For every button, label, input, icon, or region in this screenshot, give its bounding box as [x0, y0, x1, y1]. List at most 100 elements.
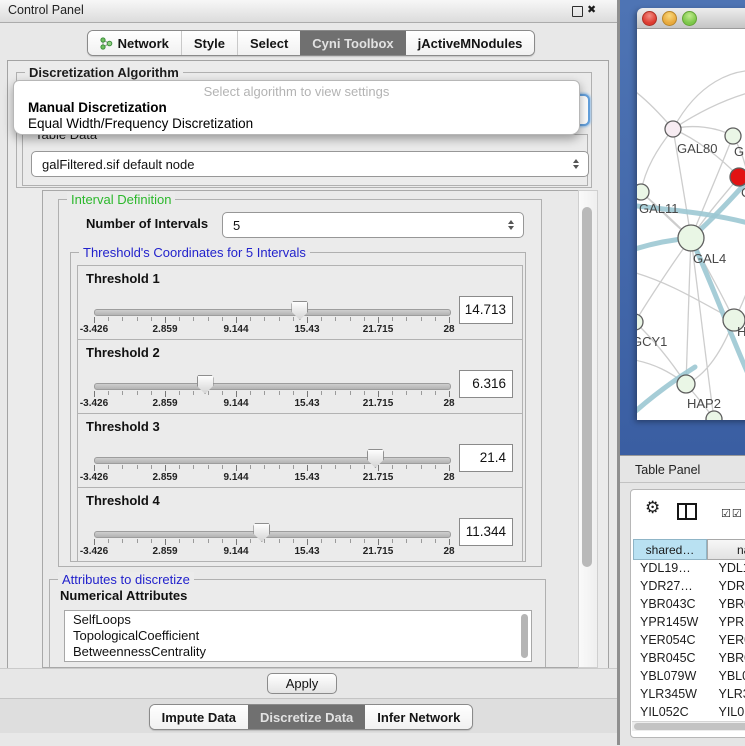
- cell-name[interactable]: YDL1: [709, 561, 745, 579]
- network-node-hap2[interactable]: [677, 375, 695, 393]
- minor-tick: [335, 465, 336, 469]
- minor-tick: [421, 391, 422, 395]
- cell-shared-name[interactable]: YPR145W: [633, 615, 709, 633]
- cell-name[interactable]: YPR1: [709, 615, 745, 633]
- table-row[interactable]: YBR043CYBR0: [633, 597, 745, 615]
- settings-vertical-scrollbar[interactable]: [578, 190, 598, 668]
- network-node-gal80[interactable]: [665, 121, 681, 137]
- tab-impute-data[interactable]: Impute Data: [150, 705, 248, 729]
- dropdown-option-equal-width-frequency[interactable]: Equal Width/Frequency Discretization: [28, 116, 253, 131]
- threshold-slider-track[interactable]: [94, 383, 451, 390]
- network-window-titlebar[interactable]: [637, 8, 745, 29]
- column-checkboxes-icon[interactable]: ☑☑: [721, 507, 743, 520]
- minor-tick: [293, 317, 294, 321]
- cell-shared-name[interactable]: YER054C: [633, 633, 709, 651]
- minor-tick: [335, 391, 336, 395]
- threshold-value-field[interactable]: 11.344: [459, 518, 513, 546]
- table-data-combobox[interactable]: galFiltered.sif default node: [31, 151, 589, 177]
- gear-icon[interactable]: ⚙: [645, 498, 660, 518]
- tab-cyni-toolbox[interactable]: Cyni Toolbox: [300, 31, 405, 55]
- cell-shared-name[interactable]: YIL052C: [633, 705, 709, 721]
- minimize-light-icon[interactable]: [662, 11, 677, 26]
- minor-tick: [406, 465, 407, 469]
- cell-shared-name[interactable]: YDR27…: [633, 579, 709, 597]
- dropdown-option-manual-discretization[interactable]: Manual Discretization: [28, 100, 167, 115]
- minor-tick: [137, 465, 138, 469]
- cell-shared-name[interactable]: YDL19…: [633, 561, 709, 579]
- threshold-slider-thumb[interactable]: [197, 375, 214, 394]
- cell-shared-name[interactable]: YBR045C: [633, 651, 709, 669]
- network-node-gal11[interactable]: [637, 184, 649, 200]
- threshold-slider-thumb[interactable]: [253, 523, 270, 542]
- table-body: YDL19…YDL1YDR27…YDR2YBR043CYBR0YPR145WYP…: [633, 561, 745, 721]
- table-row[interactable]: YPR145WYPR1: [633, 615, 745, 633]
- table-row[interactable]: YLR345WYLR3: [633, 687, 745, 705]
- cell-name[interactable]: YDR2: [709, 579, 745, 597]
- threshold-panel-3: Threshold 3-3.4262.8599.14415.4321.71528…: [77, 413, 523, 488]
- tab-network[interactable]: Network: [88, 31, 181, 55]
- settings-scrollbar-thumb[interactable]: [582, 207, 592, 567]
- attributes-list-scrollbar[interactable]: [521, 614, 528, 658]
- network-node-c[interactable]: [730, 168, 745, 186]
- network-node-gal4[interactable]: [678, 225, 704, 251]
- float-window-icon[interactable]: [572, 6, 583, 17]
- split-view-icon[interactable]: [677, 503, 697, 520]
- major-tick: [307, 391, 308, 397]
- threshold-value-field[interactable]: 6.316: [459, 370, 513, 398]
- apply-button[interactable]: Apply: [267, 673, 337, 694]
- table-row[interactable]: YDR27…YDR2: [633, 579, 745, 597]
- cell-shared-name[interactable]: YLR345W: [633, 687, 709, 705]
- minor-tick: [279, 391, 280, 395]
- number-of-intervals-combobox[interactable]: 5: [222, 212, 524, 238]
- node-label: C: [741, 185, 745, 200]
- threshold-value-field[interactable]: 21.4: [459, 444, 513, 472]
- zoom-light-icon[interactable]: [682, 11, 697, 26]
- close-light-icon[interactable]: [642, 11, 657, 26]
- cell-name[interactable]: YIL0: [709, 705, 745, 721]
- cell-shared-name[interactable]: YBL079W: [633, 669, 709, 687]
- cell-name[interactable]: YBR0: [709, 597, 745, 615]
- network-canvas[interactable]: GAL80GCGAL11GAL4HGCY1HAP2: [637, 29, 745, 420]
- attributes-group: Attributes to discretize Numerical Attri…: [49, 579, 546, 668]
- close-icon[interactable]: ✖: [587, 3, 596, 16]
- threshold-slider-track[interactable]: [94, 531, 451, 538]
- minor-tick: [193, 317, 194, 321]
- column-header-shared-name[interactable]: shared…: [633, 539, 707, 560]
- tab-infer-network[interactable]: Infer Network: [365, 705, 472, 729]
- network-node-g[interactable]: [725, 128, 741, 144]
- table-row[interactable]: YIL052CYIL0: [633, 705, 745, 721]
- cell-shared-name[interactable]: YBR043C: [633, 597, 709, 615]
- axis-tick-label: 2.859: [152, 472, 177, 483]
- table-row[interactable]: YBR045CYBR0: [633, 651, 745, 669]
- network-node-gcy1[interactable]: [637, 314, 643, 330]
- table-row[interactable]: YBL079WYBL0: [633, 669, 745, 687]
- threshold-slider-thumb[interactable]: [367, 449, 384, 468]
- cell-name[interactable]: YBL0: [709, 669, 745, 687]
- network-view-window[interactable]: GAL80GCGAL11GAL4HGCY1HAP2: [637, 8, 745, 420]
- threshold-value-field[interactable]: 14.713: [459, 296, 513, 324]
- minor-tick: [421, 465, 422, 469]
- cell-name[interactable]: YLR3: [709, 687, 745, 705]
- threshold-slider-thumb[interactable]: [291, 301, 308, 320]
- tab-discretize-data[interactable]: Discretize Data: [248, 705, 365, 729]
- numerical-attributes-list[interactable]: SelfLoopsTopologicalCoefficientBetweenne…: [64, 610, 532, 662]
- tab-jactivemnodules[interactable]: jActiveMNodules: [406, 31, 535, 55]
- threshold-slider-track[interactable]: [94, 309, 451, 316]
- cell-name[interactable]: YER0: [709, 633, 745, 651]
- minor-tick: [222, 465, 223, 469]
- table-row[interactable]: YER054CYER0: [633, 633, 745, 651]
- attribute-list-item[interactable]: BetweennessCentrality: [65, 643, 531, 659]
- tab-style[interactable]: Style: [181, 31, 237, 55]
- table-hscrollbar-thumb[interactable]: [634, 723, 745, 730]
- attribute-list-item[interactable]: SelfLoops: [65, 611, 531, 627]
- discretization-algorithm-group-title: Discretization Algorithm: [25, 65, 183, 80]
- column-header-name[interactable]: name: [707, 539, 745, 560]
- attribute-list-item[interactable]: TopologicalCoefficient: [65, 627, 531, 643]
- table-horizontal-scrollbar[interactable]: [632, 721, 745, 731]
- panel-title: Control Panel: [8, 3, 84, 17]
- tab-select[interactable]: Select: [237, 31, 300, 55]
- cell-name[interactable]: YBR0: [709, 651, 745, 669]
- axis-tick-label: 28: [443, 472, 454, 483]
- table-row[interactable]: YDL19…YDL1: [633, 561, 745, 579]
- threshold-slider-track[interactable]: [94, 457, 451, 464]
